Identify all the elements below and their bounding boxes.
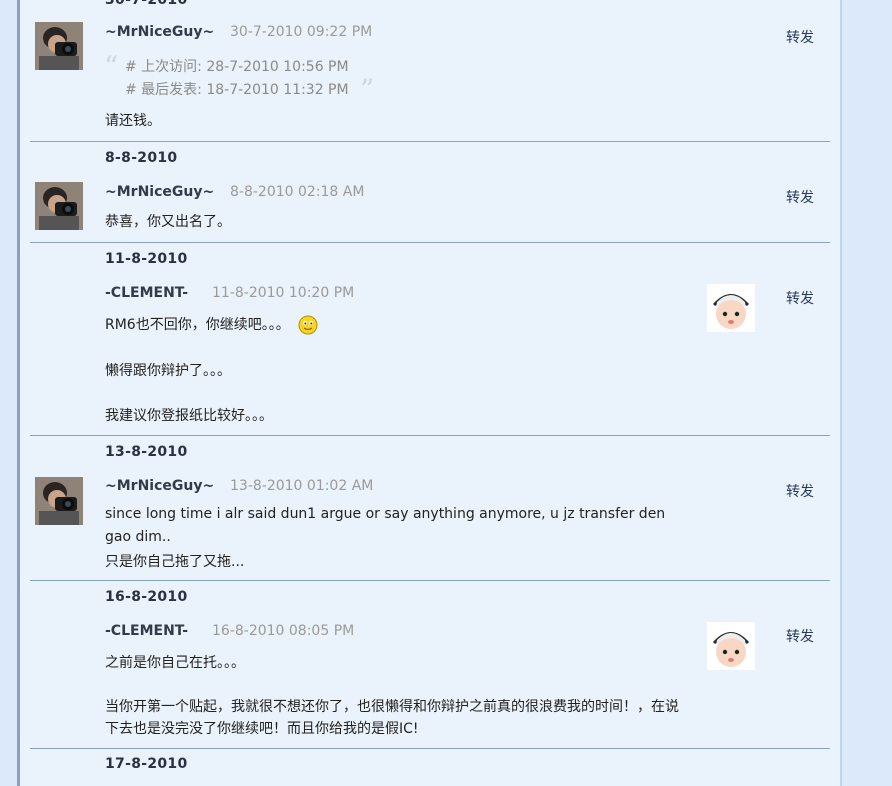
post-text: 下去也是没完没了你继续吧！而且你给我的是假IC!	[105, 721, 419, 737]
post-text: RM6也不回你，你继续吧。。。	[105, 317, 290, 333]
post-author[interactable]: ~MrNiceGuy~	[105, 184, 214, 200]
post-author[interactable]: ~MrNiceGuy~	[105, 478, 214, 494]
open-quote-icon: “	[104, 50, 119, 83]
post-author[interactable]: -CLEMENT-	[105, 623, 188, 639]
post-timestamp: 8-8-2010 02:18 AM	[230, 184, 365, 200]
post-date: 13-8-2010	[105, 444, 188, 460]
post-timestamp: 13-8-2010 01:02 AM	[230, 478, 374, 494]
close-quote-icon: ”	[360, 73, 375, 106]
post-date: 30-7-2010	[105, 0, 188, 8]
right-border	[840, 0, 842, 786]
quote-last-post: # 最后发表: 18-7-2010 11:32 PM	[125, 82, 349, 98]
post-date: 11-8-2010	[105, 251, 188, 267]
smiley-emoji-icon	[298, 315, 318, 335]
camera-man-avatar[interactable]	[35, 477, 83, 525]
share-button[interactable]: 转发	[786, 481, 814, 501]
camera-man-avatar[interactable]	[35, 182, 83, 230]
post-text: since long time i alr said dun1 argue or…	[105, 506, 666, 522]
post-separator	[30, 435, 830, 436]
post-separator	[30, 580, 830, 581]
post-text: 之前是你自己在托。。。	[105, 655, 245, 671]
share-button[interactable]: 转发	[786, 27, 814, 47]
baby-avatar[interactable]	[707, 284, 755, 332]
post-date: 17-8-2010	[105, 756, 188, 772]
post-text-line-1: RM6也不回你，你继续吧。。。	[105, 314, 318, 335]
post-separator	[30, 748, 830, 749]
post-separator	[30, 242, 830, 243]
post-date: 8-8-2010	[105, 150, 178, 166]
quote-last-visit: # 上次访问: 28-7-2010 10:56 PM	[125, 59, 349, 75]
post-timestamp: 16-8-2010 08:05 PM	[212, 623, 355, 639]
post-text: 当你开第一个贴起，我就很不想还你了，也很懒得和你辩护之前真的很浪费我的时间！，在…	[105, 699, 679, 715]
post-author[interactable]: -CLEMENT-	[105, 285, 188, 301]
post-author[interactable]: ~MrNiceGuy~	[105, 24, 214, 40]
share-button[interactable]: 转发	[786, 288, 814, 308]
share-button[interactable]: 转发	[786, 187, 814, 207]
post-text: 恭喜，你又出名了。	[105, 214, 231, 230]
post-text: 只是你自己拖了又拖...	[105, 554, 245, 570]
share-button[interactable]: 转发	[786, 626, 814, 646]
baby-avatar[interactable]	[707, 622, 755, 670]
thread-panel: 30-7-2010 ~MrNiceGuy~ 30-7-2010 09:22 PM…	[20, 0, 840, 786]
post-timestamp: 30-7-2010 09:22 PM	[230, 24, 373, 40]
camera-man-avatar[interactable]	[35, 22, 83, 70]
forum-page: 30-7-2010 ~MrNiceGuy~ 30-7-2010 09:22 PM…	[0, 0, 892, 786]
post-text: 懒得跟你辩护了。。。	[105, 363, 231, 379]
post-text: gao dim..	[105, 529, 171, 545]
post-date: 16-8-2010	[105, 589, 188, 605]
post-text: 请还钱。	[105, 113, 161, 129]
post-separator	[30, 141, 830, 142]
post-text: 我建议你登报纸比较好。。。	[105, 408, 273, 424]
post-timestamp: 11-8-2010 10:20 PM	[212, 285, 355, 301]
